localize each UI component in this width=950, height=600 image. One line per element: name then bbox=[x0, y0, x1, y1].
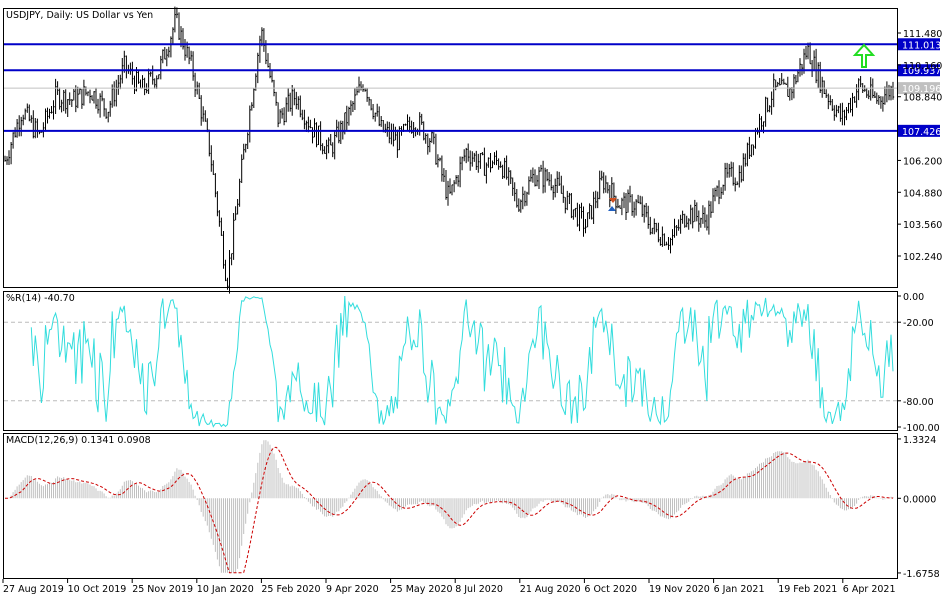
date-tick-label: 6 Jan 2021 bbox=[714, 584, 765, 595]
price-tick-label: 111.480 bbox=[903, 29, 942, 40]
macd-title: MACD(12,26,9) 0.1341 0.0908 bbox=[6, 435, 151, 446]
price-tick-label: 103.560 bbox=[903, 220, 942, 231]
macd-tick-label: 0.0000 bbox=[903, 494, 936, 505]
wr-tick-label: -100.00 bbox=[903, 423, 940, 434]
macd-tick-label: 1.3324 bbox=[903, 435, 936, 446]
wr-tick-label: 0.00 bbox=[903, 292, 924, 303]
williams-r-title: %R(14) -40.70 bbox=[6, 293, 75, 304]
date-tick-label: 19 Feb 2021 bbox=[778, 584, 837, 595]
date-tick-label: 25 May 2020 bbox=[391, 584, 453, 595]
date-tick-label: 8 Jul 2020 bbox=[455, 584, 503, 595]
macd-tick-label: -1.6758 bbox=[903, 569, 940, 580]
chart-title: USDJPY, Daily: US Dollar vs Yen bbox=[6, 10, 153, 21]
wr-tick-label: -80.00 bbox=[903, 397, 934, 408]
date-tick-label: 9 Apr 2020 bbox=[326, 584, 379, 595]
date-tick-label: 10 Oct 2019 bbox=[68, 584, 127, 595]
level-label: 111.013 bbox=[902, 40, 941, 51]
level-label: 107.426 bbox=[902, 127, 941, 138]
date-tick-label: 25 Feb 2020 bbox=[261, 584, 320, 595]
date-tick-label: 19 Nov 2020 bbox=[649, 584, 710, 595]
date-tick-label: 10 Jan 2020 bbox=[197, 584, 254, 595]
price-tick-label: 110.160 bbox=[903, 61, 942, 72]
price-tick-label: 104.880 bbox=[903, 188, 942, 199]
price-tick-label: 106.200 bbox=[903, 156, 942, 167]
chart-window: 109.196111.013109.937107.426 111.480110.… bbox=[2, 6, 942, 595]
wr-tick-label: -20.00 bbox=[903, 318, 934, 329]
date-tick-label: 6 Apr 2021 bbox=[843, 584, 896, 595]
date-tick-label: 27 Aug 2019 bbox=[3, 584, 64, 595]
price-tick-label: 108.840 bbox=[903, 93, 942, 104]
date-tick-label: 21 Aug 2020 bbox=[520, 584, 581, 595]
date-tick-label: 6 Oct 2020 bbox=[584, 584, 637, 595]
date-tick-label: 25 Nov 2019 bbox=[132, 584, 193, 595]
price-tick-label: 102.240 bbox=[903, 252, 942, 263]
price-panel[interactable] bbox=[3, 8, 898, 288]
